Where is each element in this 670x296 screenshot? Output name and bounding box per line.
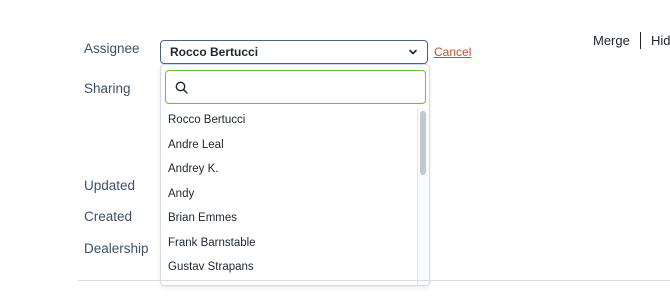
- updated-label: Updated: [84, 178, 136, 193]
- dropdown-scrollbar[interactable]: [417, 108, 429, 285]
- option-item[interactable]: Gustav Strapans: [161, 255, 417, 280]
- chevron-down-icon: [409, 49, 417, 55]
- option-item[interactable]: Frank Barnstable: [161, 231, 417, 256]
- action-divider: [640, 32, 641, 49]
- dropdown-search-input[interactable]: [196, 77, 420, 99]
- hide-button[interactable]: Hid: [651, 33, 670, 48]
- search-icon: [175, 81, 188, 94]
- assignee-select-value: Rocco Bertucci: [170, 45, 259, 59]
- option-item[interactable]: Rocco Bertucci: [161, 108, 417, 133]
- created-label: Created: [84, 209, 133, 224]
- option-item[interactable]: Brian Emmes: [161, 206, 417, 231]
- option-item[interactable]: Andy: [161, 182, 417, 207]
- sharing-label: Sharing: [84, 81, 131, 96]
- dealership-label: Dealership: [84, 241, 149, 256]
- dropdown-search-box[interactable]: [165, 70, 426, 104]
- assignee-select[interactable]: Rocco Bertucci: [160, 40, 428, 64]
- option-item[interactable]: Andre Leal: [161, 133, 417, 158]
- assignee-label: Assignee: [84, 41, 140, 56]
- merge-button[interactable]: Merge: [593, 33, 630, 48]
- option-item[interactable]: Andrey K.: [161, 157, 417, 182]
- assignee-dropdown: Rocco Bertucci Andre Leal Andrey K. Andy…: [160, 64, 430, 286]
- cancel-link[interactable]: Cancel: [434, 45, 471, 59]
- option-list: Rocco Bertucci Andre Leal Andrey K. Andy…: [161, 108, 417, 280]
- scrollbar-thumb[interactable]: [420, 111, 426, 175]
- section-divider: [78, 280, 670, 281]
